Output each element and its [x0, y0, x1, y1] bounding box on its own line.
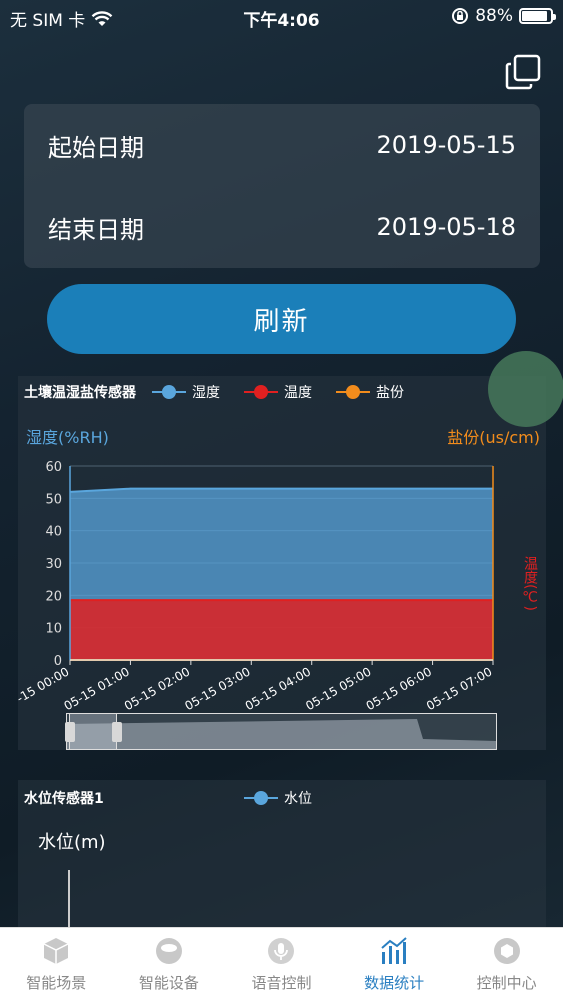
start-date-row[interactable]: 起始日期 2019-05-15 [48, 104, 516, 186]
y-tick-label: 60 [45, 460, 62, 475]
data-zoom-slider[interactable] [65, 713, 497, 750]
bottom-tab-bar: 智能场景 智能设备 语音控制 数据统计 控制中心 [0, 927, 563, 1000]
water-sensor-chart-panel: 水位传感器1 水位 水位(m) [18, 780, 546, 930]
legend-water-level-marker [244, 791, 278, 805]
water-chart-title: 水位传感器1 [24, 791, 104, 807]
tab-smart-device-label: 智能设备 [138, 974, 199, 992]
x-tick-label: 05-15 01:00 [61, 664, 131, 713]
x-tick-label: 05-15 05:00 [303, 664, 373, 713]
tab-data-statistics[interactable]: 数据统计 [338, 928, 451, 1000]
status-bar: 无 SIM 卡 下午4:06 88% [0, 0, 563, 32]
end-date-label: 结束日期 [48, 215, 144, 244]
tab-voice-control[interactable]: 语音控制 [225, 928, 338, 1000]
x-tick-label: 05-15 04:00 [243, 664, 313, 713]
soil-sensor-chart: 010203040506005-15 00:0005-15 01:0005-15… [18, 460, 495, 713]
data-zoom-preview [67, 719, 496, 749]
y-tick-label: 10 [45, 622, 62, 637]
tab-smart-scene[interactable]: 智能场景 [0, 928, 113, 1000]
cube-icon [43, 938, 69, 964]
x-tick-label: 05-15 02:00 [122, 664, 192, 713]
water-y-axis-line [68, 870, 70, 930]
y-tick-label: 20 [45, 589, 62, 604]
soil-sensor-chart-panel: 土壤温湿盐传感器 湿度 温度 盐份 湿度(%RH) 盐份(us/cm) 温度(℃… [18, 376, 546, 750]
water-y-axis-label: 水位(m) [38, 832, 106, 853]
y-tick-label: 40 [45, 525, 62, 540]
y-tick-label: 30 [45, 557, 62, 572]
battery-level [522, 11, 547, 21]
tab-smart-scene-label: 智能场景 [26, 974, 87, 992]
tab-voice-control-label: 语音控制 [251, 974, 312, 992]
refresh-button[interactable]: 刷新 [47, 284, 516, 354]
tab-control-center-label: 控制中心 [476, 974, 537, 992]
end-date-value[interactable]: 2019-05-18 [377, 213, 516, 241]
tab-data-statistics-label: 数据统计 [364, 974, 425, 992]
x-tick-label: 05-15 03:00 [182, 664, 252, 713]
data-zoom-handle-right[interactable] [112, 722, 122, 742]
date-range-panel: 起始日期 2019-05-15 结束日期 2019-05-18 [24, 104, 540, 268]
chart-icon [381, 937, 407, 964]
device-icon [155, 938, 182, 964]
floating-assistive-button[interactable] [488, 351, 563, 427]
y-tick-label: 50 [45, 492, 62, 507]
control-icon [493, 938, 520, 964]
status-right: 88% [451, 6, 556, 26]
area-温度 [70, 600, 493, 660]
end-date-row[interactable]: 结束日期 2019-05-18 [48, 186, 516, 268]
x-tick-label: 05-15 06:00 [364, 664, 434, 713]
legend-water-level-marker-wrap [244, 791, 278, 805]
battery-percent: 88% [475, 6, 513, 26]
battery-icon [519, 8, 556, 24]
data-zoom-handle-left[interactable] [65, 722, 75, 742]
tab-control-center[interactable]: 控制中心 [450, 928, 563, 1000]
data-zoom-window[interactable] [69, 714, 117, 749]
tab-smart-device[interactable]: 智能设备 [113, 928, 226, 1000]
start-date-label: 起始日期 [48, 133, 144, 162]
x-tick-label: 05-15 07:00 [424, 664, 494, 713]
microphone-icon [268, 938, 295, 964]
legend-water-level-label: 水位 [284, 791, 312, 807]
legend-water-level[interactable]: 水位 [244, 788, 312, 808]
copy-icon[interactable] [503, 52, 543, 92]
start-date-value[interactable]: 2019-05-15 [377, 131, 516, 159]
rotation-lock-icon [452, 8, 469, 24]
